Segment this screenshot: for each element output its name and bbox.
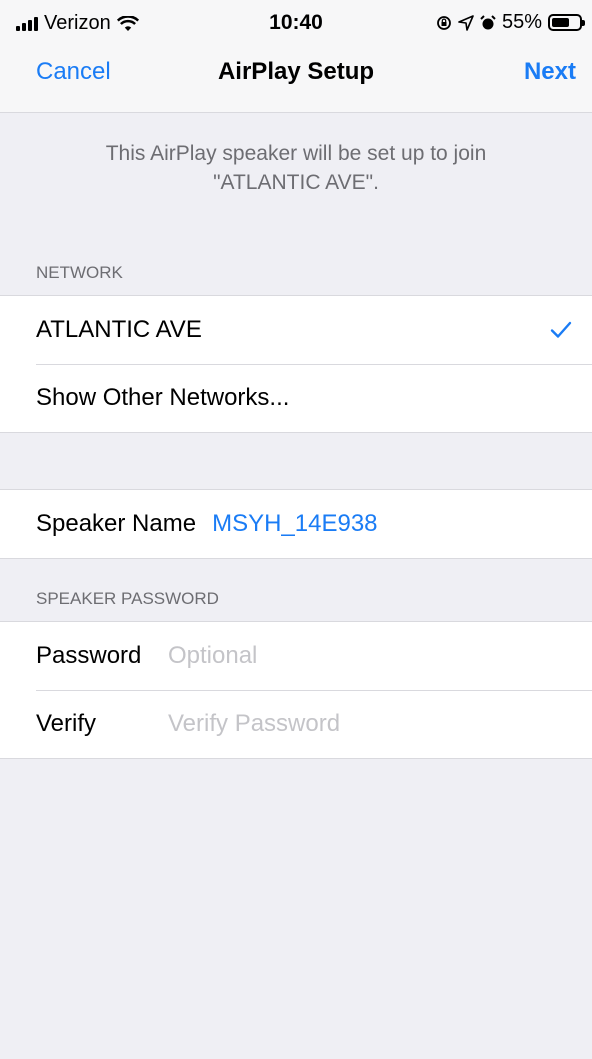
battery-percent: 55% [501,11,542,33]
verify-password-input[interactable]: Verify Password [168,710,340,738]
show-other-networks-row[interactable]: Show Other Networks... [0,364,592,432]
battery-icon [548,14,585,31]
password-label: Password [36,642,142,669]
speaker-name-input[interactable]: MSYH_14E938 [212,510,377,538]
network-list: ATLANTIC AVE Show Other Networks... [0,295,592,433]
next-button[interactable]: Next [524,58,576,86]
network-row-selected[interactable]: ATLANTIC AVE [0,296,592,364]
navigation-bar: Cancel AirPlay Setup Next [0,42,592,112]
top-bar: Verizon 10:40 55% Cancel AirPlay Setup N… [0,0,592,113]
show-other-networks-label: Show Other Networks... [36,384,290,411]
password-input[interactable]: Optional [168,642,257,670]
orientation-lock-icon [437,15,451,30]
password-row[interactable]: Password Optional [0,622,592,690]
location-icon [458,14,474,31]
page-title: AirPlay Setup [217,58,375,85]
network-section-header: NETWORK [36,263,123,282]
status-right: 55% [436,11,585,34]
checkmark-icon [550,315,572,346]
network-name: ATLANTIC AVE [36,316,202,343]
password-section-header: SPEAKER PASSWORD [36,589,219,608]
info-text: This AirPlay speaker will be set up to j… [105,142,487,194]
verify-label: Verify [36,710,97,737]
password-group: Password Optional Verify Verify Password [0,621,592,759]
verify-row[interactable]: Verify Verify Password [0,690,592,758]
speaker-group: Speaker Name MSYH_14E938 [0,489,592,559]
status-bar: Verizon 10:40 55% [0,0,592,42]
alarm-icon [480,14,496,29]
speaker-name-label: Speaker Name [36,510,197,537]
speaker-name-row[interactable]: Speaker Name MSYH_14E938 [0,490,592,558]
